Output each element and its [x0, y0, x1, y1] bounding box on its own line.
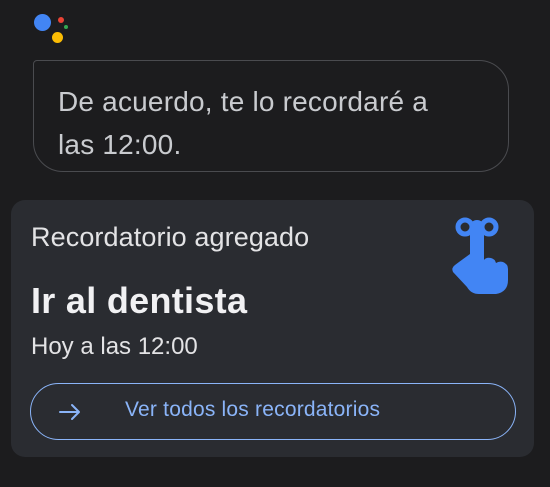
- google-assistant-icon: [34, 12, 70, 46]
- reminder-title: Ir al dentista: [31, 280, 248, 321]
- reminder-finger-icon: [452, 217, 508, 294]
- arrow-right-icon: [59, 404, 80, 420]
- reminder-card[interactable]: Recordatorio agregado Ir al dentista Hoy…: [11, 200, 534, 457]
- assistant-red-dot: [58, 17, 64, 23]
- assistant-response-line-2: las 12:00.: [58, 129, 182, 160]
- reminder-time: Hoy a las 12:00: [31, 333, 198, 360]
- assistant-yellow-dot: [52, 32, 63, 43]
- assistant-green-dot: [64, 25, 68, 29]
- view-all-reminders-button[interactable]: Ver todos los recordatorios: [30, 383, 516, 440]
- assistant-response-bubble: De acuerdo, te lo recordaré a las 12:00.: [33, 60, 509, 172]
- assistant-blue-dot: [34, 14, 51, 31]
- assistant-response-line-1: De acuerdo, te lo recordaré a: [58, 86, 429, 117]
- card-header: Recordatorio agregado: [31, 222, 310, 252]
- view-all-reminders-label: Ver todos los recordatorios: [125, 398, 381, 421]
